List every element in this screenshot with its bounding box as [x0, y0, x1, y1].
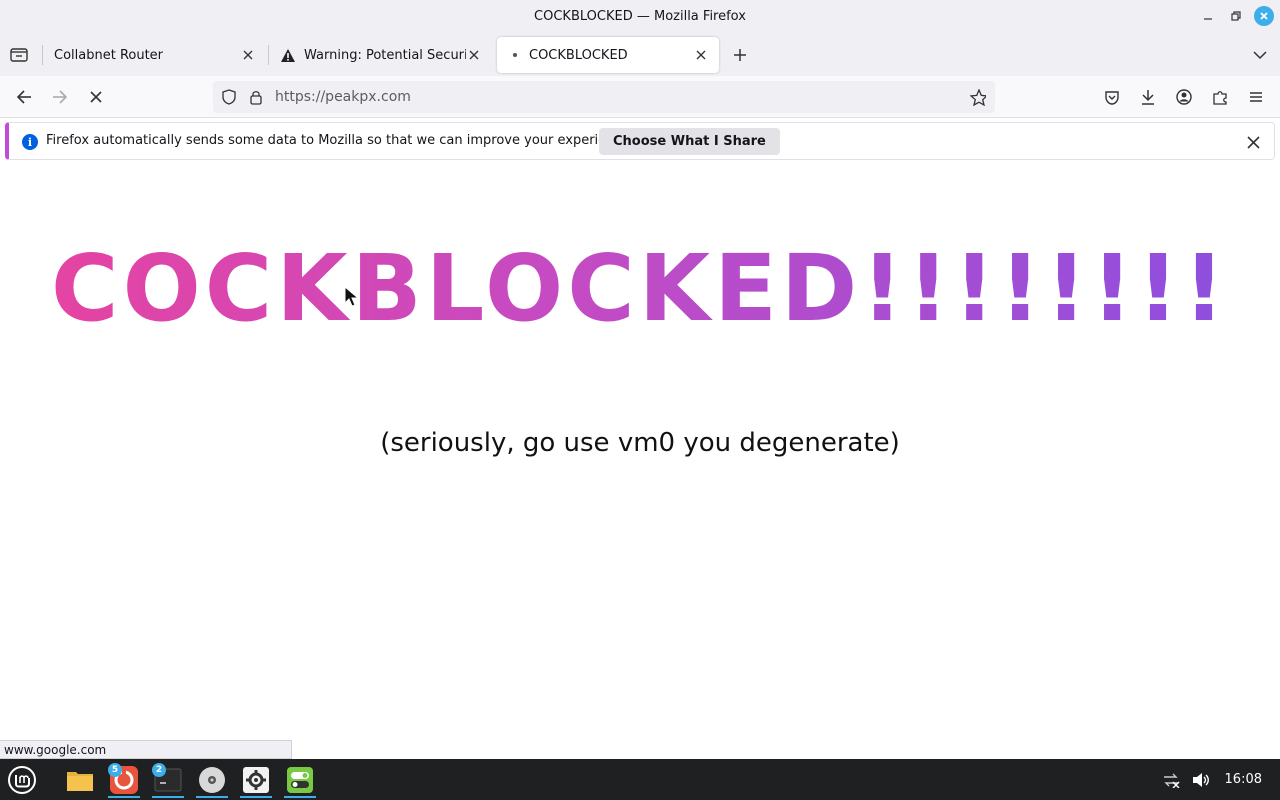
taskbar-clock[interactable]: 16:08 [1225, 772, 1262, 787]
forward-button[interactable] [48, 85, 72, 109]
puzzle-piece-icon [1213, 91, 1227, 105]
chevron-down-icon [1253, 51, 1267, 60]
linux-mint-logo-icon [8, 766, 36, 794]
notification-message: Firefox automatically sends some data to… [46, 133, 634, 148]
account-button[interactable] [1172, 85, 1196, 109]
new-tab-button[interactable] [728, 44, 752, 66]
stop-button[interactable] [84, 85, 108, 109]
loading-dot-icon [507, 47, 523, 63]
window-titlebar: COCKBLOCKED — Mozilla Firefox [0, 0, 1280, 33]
toggle-switches-icon [287, 767, 313, 793]
downloads-button[interactable] [1136, 85, 1160, 109]
window-title: COCKBLOCKED — Mozilla Firefox [534, 9, 746, 24]
window-controls [1194, 4, 1274, 28]
system-tray: 16:08 [1151, 759, 1280, 800]
arrow-left-icon [16, 90, 31, 104]
taskbar-disc-app[interactable] [194, 762, 230, 798]
taskbar: 5 2 16:08 [0, 759, 1280, 800]
close-window-button[interactable] [1254, 6, 1274, 26]
volume-icon[interactable] [1191, 770, 1211, 790]
tab-close-button[interactable] [466, 47, 482, 63]
back-button[interactable] [12, 85, 36, 109]
tracking-protection-shield-icon[interactable] [221, 89, 237, 105]
page-content: COCKBLOCKED!!!!!!!! (seriously, go use v… [0, 166, 1280, 740]
taskbar-firefox[interactable]: 5 [106, 762, 142, 798]
pocket-button[interactable] [1100, 85, 1124, 109]
folder-icon [67, 772, 93, 791]
choose-what-i-share-button[interactable]: Choose What I Share [599, 128, 780, 155]
taskbar-terminal[interactable]: 2 [150, 762, 186, 798]
lock-icon[interactable] [248, 89, 264, 105]
data-collection-notification: i Firefox automatically sends some data … [5, 122, 1275, 160]
app-menu-button[interactable] [1244, 85, 1268, 109]
tab-collabnet-router[interactable]: Collabnet Router [44, 37, 266, 73]
mint-menu-button[interactable] [4, 762, 40, 798]
gear-icon [243, 767, 269, 793]
info-icon: i [22, 134, 38, 150]
close-icon [243, 50, 253, 60]
firefox-view-button[interactable] [8, 44, 30, 64]
disc-icon [199, 767, 225, 793]
tab-security-warning[interactable]: Warning: Potential Security Ri [270, 37, 492, 73]
taskbar-settings[interactable] [238, 762, 274, 798]
extensions-button[interactable] [1208, 85, 1232, 109]
active-indicator [240, 796, 272, 798]
status-link-preview: www.google.com [0, 740, 292, 759]
close-icon [696, 50, 706, 60]
close-icon [469, 50, 479, 60]
taskbar-system-manager[interactable] [282, 762, 318, 798]
plus-icon [734, 49, 746, 61]
firefox-window-count-badge: 5 [108, 763, 122, 777]
active-indicator [196, 796, 228, 798]
tab-close-button[interactable] [693, 47, 709, 63]
url-bar[interactable]: https://peakpx.com [213, 81, 995, 113]
arrow-right-icon [53, 90, 68, 104]
hamburger-menu-icon [1250, 92, 1262, 102]
navigation-toolbar: https://peakpx.com [0, 76, 1280, 118]
warning-icon [280, 47, 296, 63]
tab-strip: Collabnet Router Warning: Potential Secu… [0, 33, 1280, 76]
download-icon [1142, 90, 1154, 105]
tab-label: Collabnet Router [54, 47, 164, 63]
tab-label: Warning: Potential Security Ri [304, 47, 466, 63]
taskbar-files[interactable] [62, 762, 98, 798]
close-icon [1246, 135, 1260, 149]
restore-icon [1231, 11, 1241, 21]
list-all-tabs-button[interactable] [1250, 45, 1270, 65]
close-icon [1260, 12, 1268, 20]
page-heading: COCKBLOCKED!!!!!!!! [0, 238, 1280, 339]
bookmark-star-icon[interactable] [970, 88, 986, 106]
tab-label: COCKBLOCKED [529, 47, 628, 63]
tab-cockblocked[interactable]: COCKBLOCKED [497, 37, 719, 73]
maximize-button[interactable] [1222, 4, 1250, 28]
active-indicator [108, 796, 140, 798]
tab-separator [268, 45, 269, 65]
minimize-button[interactable] [1194, 4, 1222, 28]
account-icon [1176, 89, 1192, 105]
tab-close-button[interactable] [240, 47, 256, 63]
minimize-icon [1204, 18, 1212, 20]
active-indicator [284, 796, 316, 798]
terminal-window-count-badge: 2 [152, 763, 166, 777]
page-subtitle: (seriously, go use vm0 you degenerate) [380, 428, 900, 458]
active-indicator [152, 796, 184, 798]
notification-close-button[interactable] [1244, 133, 1262, 151]
pocket-icon [1105, 90, 1119, 105]
tab-separator [42, 45, 43, 65]
stop-icon [90, 91, 102, 103]
url-input[interactable]: https://peakpx.com [275, 89, 411, 105]
firefox-view-icon [10, 48, 28, 62]
network-disconnected-icon[interactable] [1161, 770, 1181, 790]
